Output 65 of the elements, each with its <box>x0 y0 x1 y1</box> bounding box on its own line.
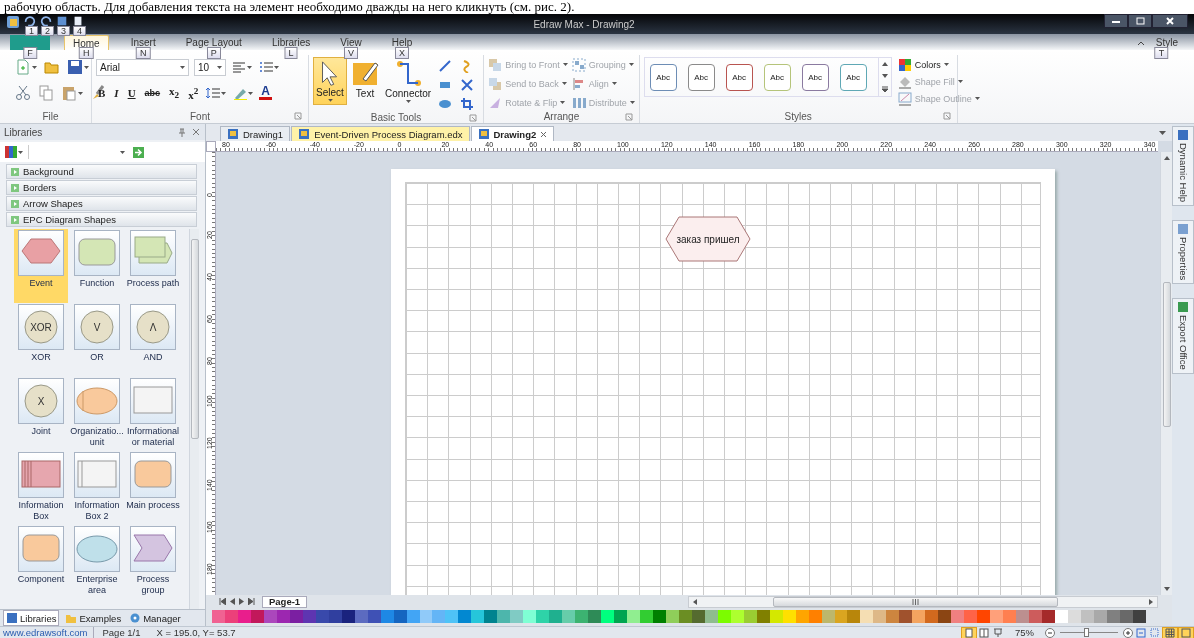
group-label: Arrange <box>543 111 580 122</box>
side-panel-tab[interactable]: Dynamic Help <box>1172 126 1194 207</box>
style-swatch[interactable]: Abc <box>801 63 829 91</box>
zoom-level: 75% <box>1014 627 1035 638</box>
key-tip: X <box>395 47 409 59</box>
tool-button[interactable]: Text <box>349 57 381 105</box>
shape-symbol: XOR <box>30 321 52 333</box>
cursor-coordinates: X = 195.0, Y= 53.7 <box>155 627 237 638</box>
style-menu[interactable]: Style <box>1147 35 1186 50</box>
ribbon-tab[interactable]: Help <box>383 35 421 50</box>
key-tip: F <box>23 47 37 59</box>
panel-title: Libraries <box>4 126 44 138</box>
side-panel-tab[interactable]: Properties <box>1172 220 1194 285</box>
key-tip: V <box>344 47 358 59</box>
group-label: Styles <box>784 110 812 122</box>
style-swatch[interactable]: Abc <box>839 63 867 91</box>
document-tab[interactable]: Event-Driven Process Diagram.edx <box>291 126 470 141</box>
document-tab[interactable]: Drawing2 <box>470 126 555 141</box>
style-swatch[interactable]: Abc <box>687 63 715 91</box>
format-button[interactable]: U <box>125 87 138 99</box>
ribbon-tab[interactable]: Insert <box>122 35 164 50</box>
library-category[interactable]: Background <box>6 164 197 179</box>
window-title: Edraw Max - Drawing2 <box>533 18 635 30</box>
ribbon-tab[interactable]: Libraries <box>263 35 319 50</box>
library-category[interactable]: Borders <box>6 180 197 195</box>
font-color-button[interactable]: A <box>259 86 272 100</box>
page-tab[interactable]: Page-1 <box>262 595 308 608</box>
style-swatch[interactable]: Abc <box>649 63 677 91</box>
website-link[interactable]: www.edrawsoft.com <box>3 627 95 638</box>
shape-symbol: X <box>37 395 45 407</box>
ribbon-tab[interactable]: Page Layout <box>177 35 250 50</box>
library-shape[interactable]: Event <box>14 229 68 303</box>
format-button[interactable]: I <box>112 87 121 99</box>
tool-button[interactable]: Select <box>313 57 347 105</box>
font-size-field[interactable]: 10 <box>194 58 226 76</box>
group-label: File <box>42 110 59 122</box>
panel-tab[interactable]: Examples <box>63 611 124 625</box>
library-category[interactable]: EPC Diagram Shapes <box>6 212 197 227</box>
key-tip: T <box>1154 47 1169 59</box>
key-tip: P <box>206 47 221 59</box>
format-button[interactable]: x$^{2}$ <box>186 85 201 101</box>
tool-button[interactable]: Connector <box>383 57 434 105</box>
event-shape: заказ пришел <box>665 216 751 262</box>
group-label: Font <box>190 110 210 122</box>
panel-tab[interactable]: Manager <box>127 611 183 625</box>
style-swatch[interactable]: Abc <box>763 63 791 91</box>
ribbon-tab[interactable]: View <box>332 35 370 50</box>
key-tip: L <box>284 47 298 59</box>
shape-symbol: Λ <box>149 321 157 333</box>
document-tab[interactable]: Drawing1 <box>220 126 291 141</box>
page-indicator: Page 1/1 <box>101 627 142 638</box>
document-caption: рабочую область. Для добавления текста на элемент необходимо дважды на него кликнуть (см. рис. 2). <box>4 0 575 14</box>
side-panel-tab[interactable]: Export Office <box>1172 298 1194 375</box>
format-button[interactable]: B <box>96 87 108 99</box>
group-label: Basic Tools <box>370 112 422 123</box>
library-category[interactable]: Arrow Shapes <box>6 196 197 211</box>
format-button[interactable]: x$_{2}$ <box>167 85 182 101</box>
format-button[interactable]: abc <box>142 88 163 98</box>
key-tip: N <box>135 47 151 59</box>
style-swatch[interactable]: Abc <box>725 63 753 91</box>
key-tip: H <box>79 47 94 59</box>
panel-tab[interactable]: Libraries <box>3 610 60 626</box>
menu-button[interactable]: Colors <box>897 57 980 72</box>
font-name-field[interactable]: Arial <box>96 58 189 76</box>
shape-symbol: V <box>93 321 101 333</box>
